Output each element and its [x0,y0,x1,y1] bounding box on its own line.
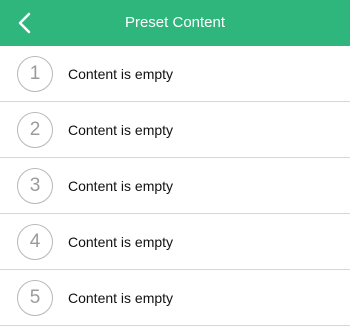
preset-content-screen: Preset Content 1 Content is empty 2 Cont… [0,0,350,326]
preset-label: Content is empty [68,65,174,82]
preset-number-badge: 3 [17,167,53,204]
preset-number-badge: 1 [17,55,53,92]
preset-row-4[interactable]: 4 Content is empty [0,214,350,270]
header-bar: Preset Content [0,0,350,46]
preset-row-2[interactable]: 2 Content is empty [0,102,350,158]
preset-row-5[interactable]: 5 Content is empty [0,270,350,326]
preset-label: Content is empty [68,233,174,250]
preset-label: Content is empty [68,289,174,306]
preset-number-badge: 2 [17,111,53,148]
preset-label: Content is empty [68,177,174,194]
preset-number-badge: 5 [17,279,53,316]
preset-row-1[interactable]: 1 Content is empty [0,46,350,102]
preset-list: 1 Content is empty 2 Content is empty 3 … [0,46,350,326]
preset-label: Content is empty [68,121,174,138]
page-title: Preset Content [124,14,226,31]
preset-row-3[interactable]: 3 Content is empty [0,158,350,214]
preset-number-badge: 4 [17,223,53,260]
